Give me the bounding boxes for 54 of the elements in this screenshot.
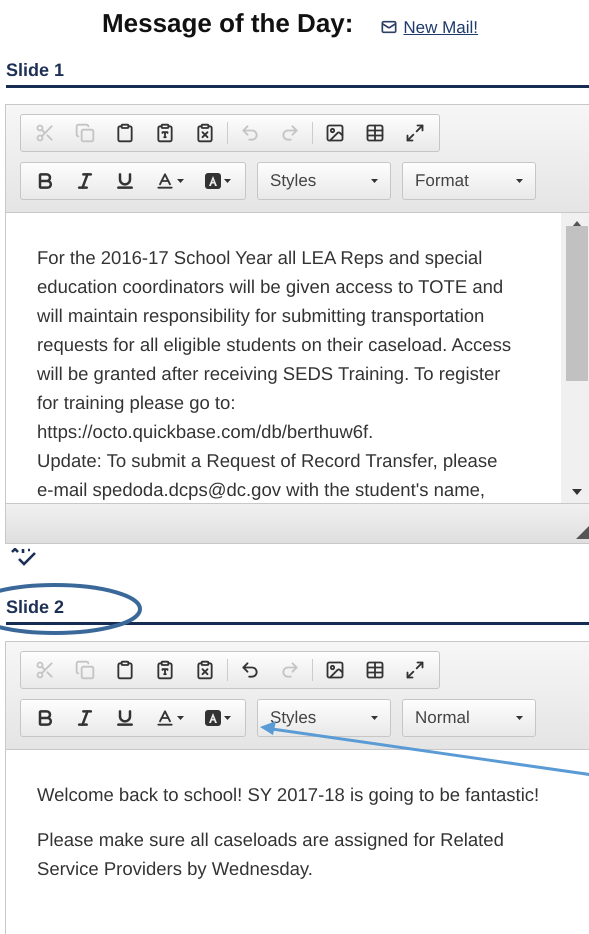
caret-icon bbox=[224, 179, 231, 183]
background-color-icon bbox=[204, 709, 222, 727]
maximize-icon bbox=[405, 123, 425, 143]
scissors-icon bbox=[35, 123, 55, 143]
caret-icon bbox=[177, 179, 184, 183]
clipboard-cross-icon bbox=[195, 660, 215, 680]
resize-handle-icon[interactable] bbox=[576, 525, 589, 539]
copy-icon bbox=[75, 660, 95, 680]
image-icon bbox=[325, 123, 345, 143]
table-icon bbox=[365, 660, 385, 680]
undo-icon bbox=[240, 123, 260, 143]
clipboard-icon bbox=[115, 660, 135, 680]
slide-heading: Slide 2 bbox=[6, 596, 64, 619]
caret-icon bbox=[371, 716, 378, 720]
styles-dropdown[interactable]: Styles bbox=[257, 162, 391, 200]
new-mail-link[interactable]: New Mail! bbox=[381, 14, 478, 43]
paragraph: Please make sure all caseloads are assigned for Related Service Providers by Wednesday. bbox=[37, 828, 505, 881]
editor-content[interactable]: Welcome back to school! SY 2017-18 is going to be fantastic! Please make sure all caseloads are assigned for Related Service Providers by Wednesday. bbox=[6, 750, 589, 934]
scroll-down-icon[interactable] bbox=[572, 489, 582, 495]
undo-icon bbox=[240, 660, 260, 680]
envelope-icon bbox=[381, 19, 398, 36]
clipboard-icon bbox=[115, 123, 135, 143]
clipboard-text-icon bbox=[155, 660, 175, 680]
table-icon bbox=[365, 123, 385, 143]
italic-icon bbox=[75, 171, 95, 191]
underline-icon bbox=[115, 171, 135, 191]
maximize-icon bbox=[405, 660, 425, 680]
slide-heading: Slide 1 bbox=[6, 59, 64, 82]
redo-icon bbox=[280, 660, 300, 680]
styles-dropdown[interactable]: Styles bbox=[257, 699, 391, 737]
underline-icon bbox=[115, 708, 135, 728]
scissors-icon bbox=[35, 660, 55, 680]
caret-icon bbox=[224, 716, 231, 720]
caret-icon bbox=[516, 179, 523, 183]
image-icon bbox=[325, 660, 345, 680]
background-color-icon bbox=[204, 172, 222, 190]
caret-icon bbox=[371, 179, 378, 183]
clipboard-cross-icon bbox=[195, 123, 215, 143]
text-color-icon bbox=[155, 708, 175, 728]
paragraph: For the 2016-17 School Year all LEA Reps and special education coordinators will be given access to TOTE and will maintain responsibility for submitting transportation requests for all eligible students on their caseload. Access will be granted after receiving SEDS Training. To register for training please go to: https://octo.quickbase.com/db/berthuw6f. Update: To submit a Request of Record Transfer, please e-mail spedoda.dcps@dc.gov with the student's name, bbox=[37, 246, 512, 502]
page-title: Message of the Day: bbox=[102, 7, 354, 40]
caret-icon bbox=[516, 716, 523, 720]
text-color-icon bbox=[155, 171, 175, 191]
scrollbar-thumb[interactable] bbox=[566, 226, 588, 380]
copy-icon bbox=[75, 123, 95, 143]
caret-icon bbox=[177, 716, 184, 720]
redo-icon bbox=[280, 123, 300, 143]
format-dropdown[interactable]: Normal bbox=[402, 699, 536, 737]
spellcheck-icon[interactable] bbox=[11, 548, 37, 566]
format-dropdown[interactable]: Format bbox=[402, 162, 536, 200]
scrollbar[interactable] bbox=[561, 213, 589, 503]
paragraph: Welcome back to school! SY 2017-18 is going to be fantastic! bbox=[37, 783, 540, 807]
italic-icon bbox=[75, 708, 95, 728]
clipboard-text-icon bbox=[155, 123, 175, 143]
